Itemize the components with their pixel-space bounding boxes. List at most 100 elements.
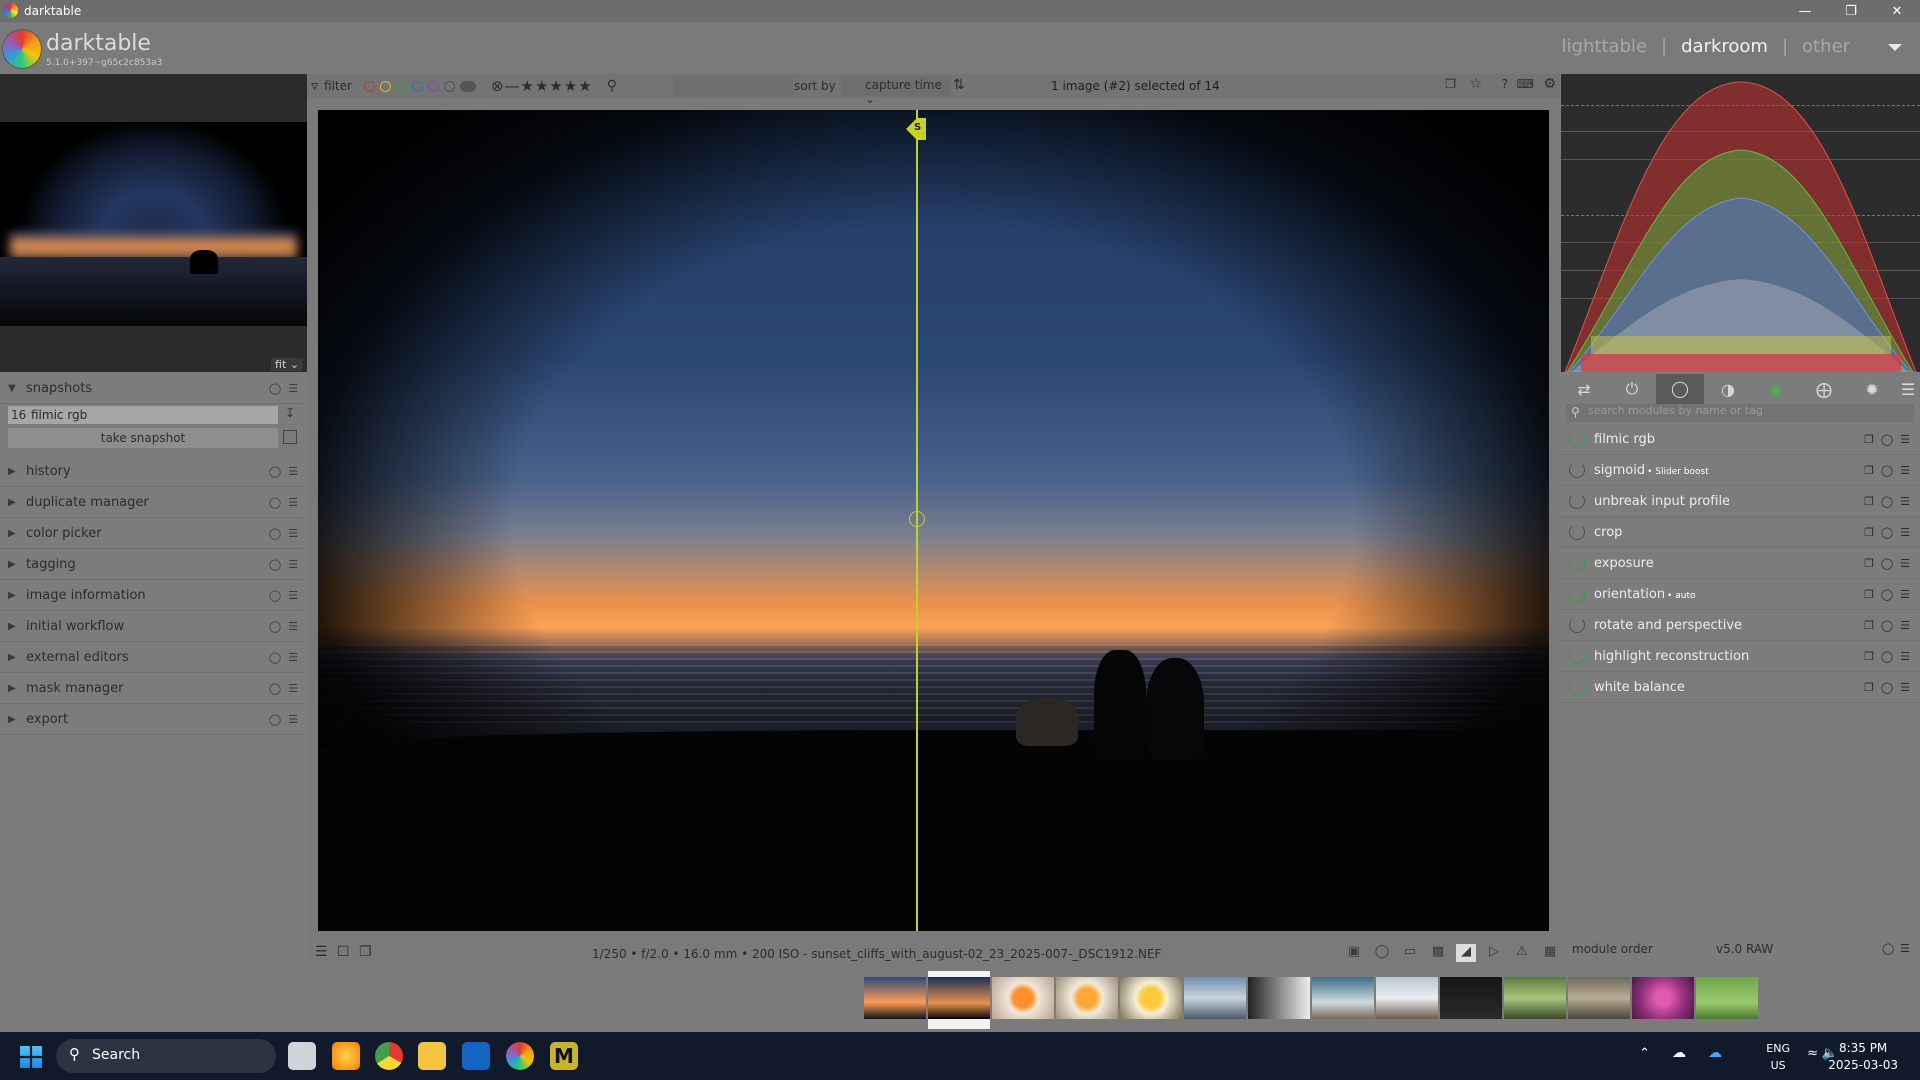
grouping-icon[interactable]: ❐ <box>1445 77 1456 91</box>
snapshot-restore-icon[interactable]: ↧ <box>282 406 298 424</box>
chrome-icon[interactable] <box>375 1042 403 1070</box>
power-icon[interactable] <box>1569 493 1585 509</box>
filmstrip-thumbnail[interactable] <box>1568 977 1630 1019</box>
multi-instance-icon[interactable]: ❐ <box>1860 681 1878 694</box>
star-icon[interactable]: ☆ <box>1469 76 1482 92</box>
reset-icon[interactable]: ◯ <box>1878 619 1896 632</box>
quick-access-tab-icon[interactable]: ⇄ <box>1560 380 1608 399</box>
multi-instance-icon[interactable]: ❐ <box>1860 526 1878 539</box>
processing-module-sigmoid[interactable]: sigmoid • Slider boost ❐ ◯ ☰ <box>1560 455 1920 486</box>
weather-icon[interactable] <box>332 1042 360 1070</box>
module-export[interactable]: ▶ export ◯ ☰ <box>0 705 303 735</box>
reset-icon[interactable]: ◯ <box>267 496 283 509</box>
power-icon[interactable] <box>1569 586 1585 602</box>
filmstrip-thumbnail[interactable] <box>1184 977 1246 1019</box>
focus-peaking-icon[interactable]: ▣ <box>1344 944 1364 962</box>
color-modules-tab-icon[interactable]: ◉ <box>1752 380 1800 399</box>
reset-icon[interactable]: ◯ <box>267 382 283 395</box>
module-tagging[interactable]: ▶ tagging ◯ ☰ <box>0 550 303 580</box>
rating-filter[interactable]: ⊗—★★★★★ <box>491 77 593 95</box>
filmstrip-thumbnail[interactable] <box>1632 977 1694 1019</box>
active-modules-tab-icon[interactable]: ⏻ <box>1608 379 1656 399</box>
preferences-gear-icon[interactable]: ⚙ <box>1543 76 1556 92</box>
module-mask-manager[interactable]: ▶ mask manager ◯ ☰ <box>0 674 303 704</box>
presets-icon[interactable]: ☰ <box>285 589 301 602</box>
m-app-icon[interactable]: M <box>550 1042 578 1070</box>
reset-icon[interactable]: ◯ <box>267 527 283 540</box>
filmstrip-thumbnail[interactable] <box>928 971 990 1029</box>
gamut-check-icon[interactable]: ▷ <box>1484 944 1504 962</box>
presets-icon[interactable]: ☰ <box>1896 495 1914 508</box>
power-icon[interactable] <box>1569 679 1585 695</box>
clipping-icon[interactable]: ◢ <box>1456 944 1476 962</box>
power-icon[interactable] <box>1569 524 1585 540</box>
reset-icon[interactable]: ◯ <box>267 589 283 602</box>
presets-icon[interactable]: ☰ <box>1896 433 1914 446</box>
second-window-icon[interactable]: ❐ <box>359 944 372 960</box>
search-input[interactable] <box>673 76 793 96</box>
tone-modules-tab-icon[interactable]: ◑ <box>1704 380 1752 399</box>
multi-instance-icon[interactable]: ❐ <box>1860 650 1878 663</box>
color-label-0[interactable] <box>363 80 375 92</box>
filmstrip-thumbnail[interactable] <box>1056 977 1118 1019</box>
presets-icon[interactable]: ☰ <box>285 465 301 478</box>
windows-start-icon[interactable] <box>20 1046 42 1068</box>
filmstrip-thumbnail[interactable] <box>1696 977 1758 1019</box>
minimize-button[interactable]: — <box>1782 0 1828 22</box>
presets-icon[interactable]: ☰ <box>285 558 301 571</box>
module-snapshots[interactable]: ▼ snapshots ◯ ☰ <box>0 374 303 404</box>
sort-order-icon[interactable]: ⇅ <box>953 77 965 93</box>
file-explorer-icon[interactable] <box>418 1042 446 1070</box>
tray-chevron-icon[interactable]: ⌃ <box>1639 1046 1650 1061</box>
presets-icon[interactable]: ☰ <box>285 620 301 633</box>
processing-module-white-balance[interactable]: white balance ❐ ◯ ☰ <box>1560 672 1920 703</box>
presets-icon[interactable]: ☰ <box>1896 464 1914 477</box>
processing-module-exposure[interactable]: exposure ❐ ◯ ☰ <box>1560 548 1920 579</box>
filmstrip-thumbnail[interactable] <box>1120 977 1182 1019</box>
color-label-filter[interactable] <box>363 80 444 92</box>
histogram[interactable] <box>1561 74 1920 372</box>
search-icon[interactable]: ⚲ <box>607 78 617 94</box>
panel-collapse-arrow-icon[interactable] <box>1888 44 1902 51</box>
processing-module-orientation[interactable]: orientation • auto ❐ ◯ ☰ <box>1560 579 1920 610</box>
multi-instance-icon[interactable]: ❐ <box>1860 495 1878 508</box>
reset-icon[interactable]: ◯ <box>1878 464 1896 477</box>
styles-icon[interactable]: ☐ <box>337 944 350 960</box>
reset-icon[interactable]: ◯ <box>1878 433 1896 446</box>
processing-module-highlight-reconstruction[interactable]: highlight reconstruction ❐ ◯ ☰ <box>1560 641 1920 672</box>
module-order-value[interactable]: v5.0 RAW <box>1716 942 1773 956</box>
filmstrip-thumbnail[interactable] <box>864 977 926 1019</box>
presets-icon[interactable]: ☰ <box>285 713 301 726</box>
reset-icon[interactable]: ◯ <box>1878 681 1896 694</box>
warning-icon[interactable]: ⚠ <box>1512 944 1532 962</box>
base-modules-tab-icon[interactable]: ◯ <box>1656 374 1704 404</box>
filmstrip-thumbnail[interactable] <box>992 977 1054 1019</box>
filter-funnel-icon[interactable]: ▿ <box>311 78 318 94</box>
module-color-picker[interactable]: ▶ color picker ◯ ☰ <box>0 519 303 549</box>
module-history[interactable]: ▶ history ◯ ☰ <box>0 457 303 487</box>
task-view-icon[interactable] <box>288 1042 316 1070</box>
close-button[interactable]: ✕ <box>1874 0 1920 22</box>
presets-icon[interactable]: ☰ <box>1896 619 1914 632</box>
color-label-4[interactable] <box>427 80 439 92</box>
multi-instance-icon[interactable]: ❐ <box>1860 464 1878 477</box>
navigation-preview[interactable]: fit ⌄ <box>0 74 307 372</box>
cloud-icon[interactable]: ☁ <box>1672 1045 1686 1061</box>
reset-icon[interactable]: ◯ <box>267 558 283 571</box>
power-icon[interactable] <box>1569 617 1585 633</box>
snapshot-item[interactable]: 16 filmic rgb <box>8 406 278 424</box>
presets-icon[interactable]: ☰ <box>285 527 301 540</box>
multi-instance-icon[interactable]: ❐ <box>1860 588 1878 601</box>
reset-icon[interactable]: ◯ <box>267 682 283 695</box>
presets-menu-icon[interactable]: ☰ <box>1896 380 1920 399</box>
presets-icon[interactable]: ☰ <box>285 682 301 695</box>
zoom-select[interactable]: fit ⌄ <box>271 358 303 371</box>
color-label-2[interactable] <box>395 80 407 92</box>
help-icon[interactable]: ? <box>1502 77 1508 91</box>
view-lighttable[interactable]: lighttable <box>1562 36 1647 57</box>
clock[interactable]: 8:35 PM 2025-03-03 <box>1828 1040 1898 1074</box>
power-icon[interactable] <box>1569 431 1585 447</box>
power-icon[interactable] <box>1569 648 1585 664</box>
reset-icon[interactable]: ◯ <box>267 620 283 633</box>
outlook-icon[interactable] <box>462 1042 490 1070</box>
